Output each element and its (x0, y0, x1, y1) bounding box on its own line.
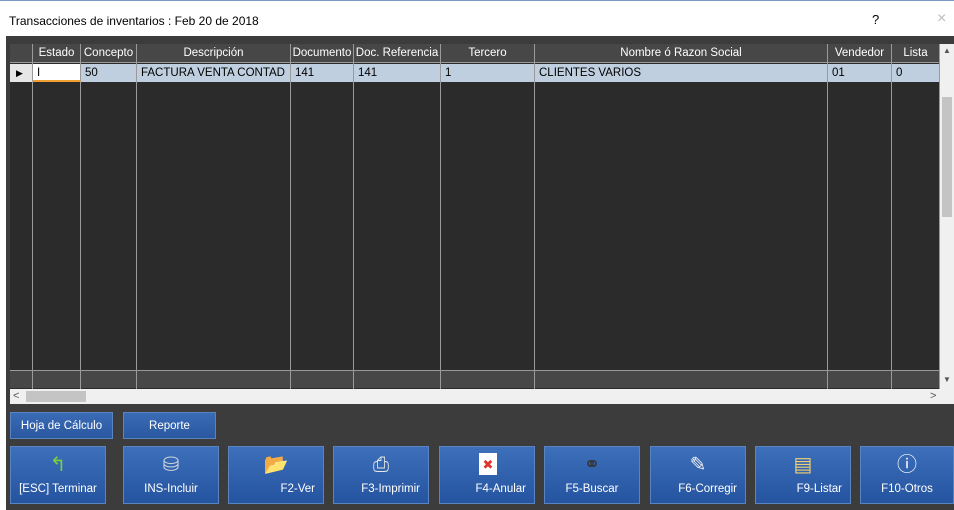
toolbar-button-label: F2-Ver (280, 483, 315, 495)
footer-cell-documento (291, 370, 354, 388)
column-header-estado[interactable]: Estado (33, 44, 81, 63)
help-button[interactable]: ? (872, 12, 879, 27)
column-header-nombre-razon-social[interactable]: Nombre ó Razon Social (535, 44, 828, 63)
close-button[interactable]: × (937, 10, 946, 28)
cell-lista[interactable]: 0 (892, 64, 940, 82)
view-button[interactable]: 📂 F2-Ver (228, 446, 324, 504)
horizontal-scroll-thumb[interactable] (26, 391, 86, 402)
column-concepto (81, 44, 137, 389)
terminate-button[interactable]: ↰ [ESC] Terminar (10, 446, 106, 504)
column-doc-referencia (354, 44, 441, 389)
folder-icon: 📂 (263, 454, 289, 476)
printer-icon: ⎙ (373, 454, 389, 476)
cell-doc-referencia[interactable]: 141 (354, 64, 441, 82)
footer-cell-nombre-razon-social (535, 370, 828, 388)
list-button[interactable]: ▤ F9-Listar (755, 446, 851, 504)
footer-cell-doc-referencia (354, 370, 441, 388)
column-estado (33, 44, 81, 389)
footer-cell-descripcion (137, 370, 291, 388)
binoculars-icon: ⚭ (583, 454, 601, 476)
toolbar-button-label: F10-Otros (881, 483, 933, 495)
exit-arrow-icon: ↰ (49, 454, 67, 476)
add-database-icon: ⛁ (162, 454, 180, 476)
edit-document-icon: ✎ (689, 454, 707, 476)
column-header-vendedor[interactable]: Vendedor (828, 44, 892, 63)
scroll-right-icon[interactable]: > (930, 390, 936, 402)
print-button[interactable]: ⎙ F3-Imprimir (333, 446, 429, 504)
toolbar-button-label: F6-Corregir (678, 483, 737, 495)
include-button[interactable]: ⛁ INS-Incluir (123, 446, 219, 504)
horizontal-scrollbar[interactable] (10, 389, 954, 404)
cell-estado[interactable]: I (33, 64, 81, 82)
search-button[interactable]: ⚭ F5-Buscar (544, 446, 640, 504)
column-nombre-razon-social (535, 44, 828, 389)
info-icon: ⓘ (897, 454, 917, 476)
window-title: Transacciones de inventarios : Feb 20 de… (9, 14, 259, 28)
footer-cell-vendedor (828, 370, 892, 388)
column-header-concepto[interactable]: Concepto (81, 44, 137, 63)
cell-documento[interactable]: 141 (291, 64, 354, 82)
transactions-grid[interactable]: Estado Concepto Descripción Documento Doc. R… (10, 44, 940, 389)
column-header-descripcion[interactable]: Descripción (137, 44, 291, 63)
list-documents-icon: ▤ (793, 454, 813, 476)
column-header-doc-referencia[interactable]: Doc. Referencia (354, 44, 441, 63)
toolbar-button-label: F5-Buscar (565, 483, 619, 495)
toolbar-button-label: F4-Anular (475, 483, 527, 495)
toolbar-button-label: [ESC] Terminar (19, 483, 97, 495)
scroll-up-icon[interactable]: ▲ (943, 46, 951, 55)
row-indicator-icon: ▶ (10, 64, 32, 82)
footer-cell-lista (892, 370, 940, 388)
scroll-left-icon[interactable]: < (13, 390, 19, 402)
column-header-documento[interactable]: Documento (291, 44, 354, 63)
cell-nombre-razon-social[interactable]: CLIENTES VARIOS (535, 64, 828, 82)
cell-concepto[interactable]: 50 (81, 64, 137, 82)
column-vendedor (828, 44, 892, 389)
toolbar-button-label: INS-Incluir (144, 483, 198, 495)
cancel-document-icon: ✖ (479, 453, 497, 475)
column-descripcion (137, 44, 291, 389)
vertical-scroll-thumb[interactable] (942, 97, 952, 217)
app-window: Transacciones de inventarios : Feb 20 de… (0, 0, 954, 510)
cell-vendedor[interactable]: 01 (828, 64, 892, 82)
void-button[interactable]: ✖ F4-Anular (439, 446, 535, 504)
toolbar-button-label: F9-Listar (796, 483, 842, 495)
column-header-tercero[interactable]: Tercero (441, 44, 535, 63)
column-lista (892, 44, 940, 389)
footer-cell-tercero (441, 370, 535, 388)
corner-cell (10, 44, 32, 63)
row-header-column: ▶ (10, 44, 33, 389)
toolbar-button-label: F3-Imprimir (361, 483, 420, 495)
column-tercero (441, 44, 535, 389)
spreadsheet-button[interactable]: Hoja de Cálculo (10, 412, 113, 439)
footer-corner (10, 370, 32, 388)
column-header-lista[interactable]: Lista (892, 44, 940, 63)
cell-tercero[interactable]: 1 (441, 64, 535, 82)
correct-button[interactable]: ✎ F6-Corregir (650, 446, 746, 504)
column-documento (291, 44, 354, 389)
others-button[interactable]: ⓘ F10-Otros (860, 446, 954, 504)
report-button[interactable]: Reporte (123, 412, 216, 439)
footer-cell-concepto (81, 370, 137, 388)
cell-descripcion[interactable]: FACTURA VENTA CONTAD (137, 64, 291, 82)
footer-cell-estado (33, 370, 81, 388)
scroll-down-icon[interactable]: ▼ (943, 375, 951, 384)
title-bar: Transacciones de inventarios : Feb 20 de… (0, 0, 954, 36)
